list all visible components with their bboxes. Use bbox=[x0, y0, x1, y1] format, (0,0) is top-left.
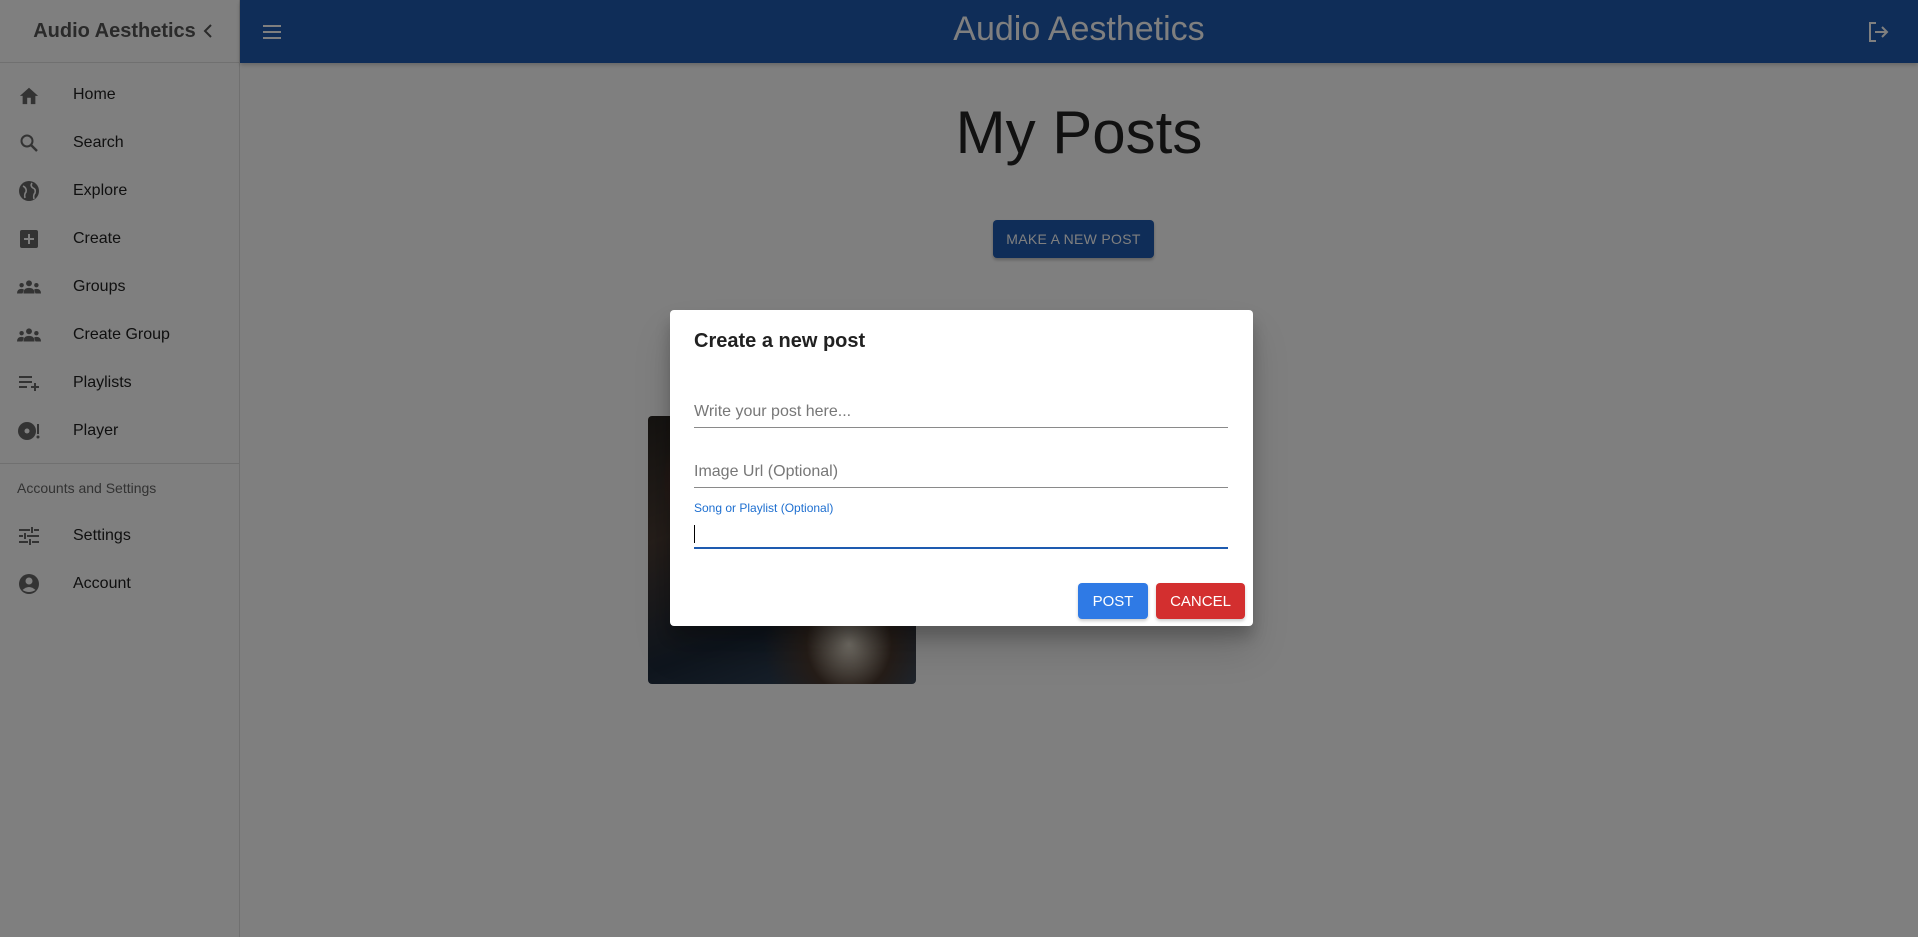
image-url-field bbox=[694, 459, 1228, 488]
text-caret bbox=[694, 525, 695, 543]
app: Audio Aesthetics Home Search bbox=[0, 0, 1918, 937]
post-button[interactable]: POST bbox=[1078, 583, 1148, 619]
post-text-input[interactable] bbox=[694, 399, 1228, 427]
song-playlist-input[interactable] bbox=[694, 519, 1228, 547]
song-playlist-field: Song or Playlist (Optional) bbox=[694, 501, 1228, 549]
song-playlist-label: Song or Playlist (Optional) bbox=[694, 501, 834, 515]
song-playlist-underline bbox=[694, 547, 1228, 549]
create-post-dialog: Create a new post Song or Playlist (Opti… bbox=[670, 310, 1253, 626]
cancel-button[interactable]: CANCEL bbox=[1156, 583, 1245, 619]
dialog-title: Create a new post bbox=[694, 330, 866, 352]
post-text-underline bbox=[694, 427, 1228, 428]
image-url-underline bbox=[694, 487, 1228, 488]
post-text-field bbox=[694, 399, 1228, 428]
image-url-input[interactable] bbox=[694, 459, 1228, 487]
